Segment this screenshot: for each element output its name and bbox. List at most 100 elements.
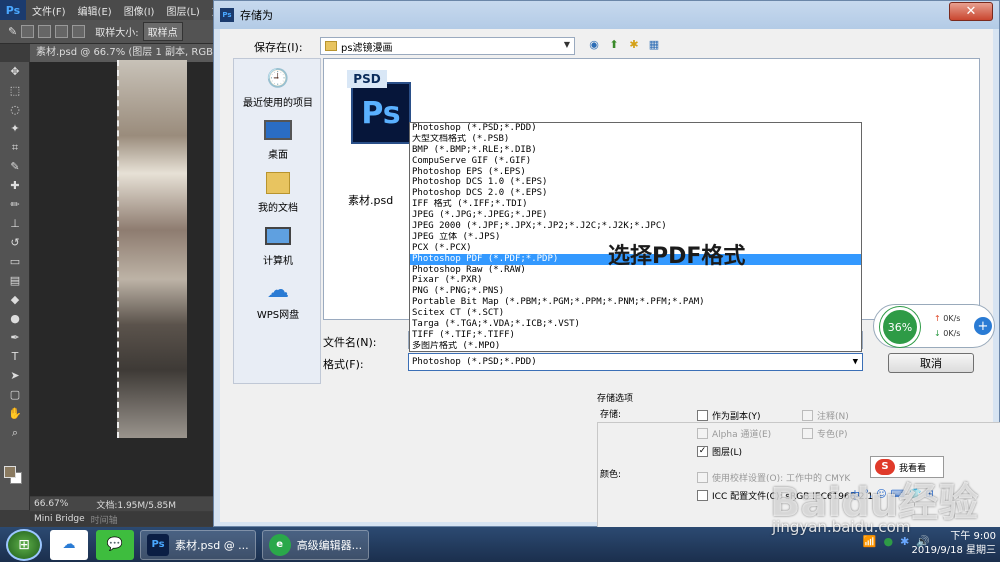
brush-tool-icon[interactable]: ✏ — [0, 195, 30, 214]
format-option[interactable]: Photoshop DCS 1.0 (*.EPS) — [410, 177, 861, 188]
clock-time: 下午 9:00 — [950, 531, 996, 542]
back-icon[interactable]: ◉ — [587, 37, 601, 51]
place-computer[interactable]: 计算机 — [234, 223, 322, 267]
plus-icon[interactable]: + — [974, 317, 992, 335]
format-option[interactable]: IFF 格式 (*.IFF;*.TDI) — [410, 199, 861, 210]
crop-tool-icon[interactable]: ⌗ — [0, 138, 30, 157]
wechat-icon[interactable]: 💬 — [96, 529, 134, 560]
up-folder-icon[interactable]: ⬆ — [607, 37, 621, 51]
tab-timeline[interactable]: 时间轴 — [91, 513, 118, 526]
format-option[interactable]: Portable Bit Map (*.PBM;*.PGM;*.PPM;*.PN… — [410, 297, 861, 308]
place-label: WPS网盘 — [256, 310, 300, 321]
clock[interactable]: 下午 9:00 2019/9/18 星期三 — [912, 530, 996, 558]
format-select[interactable]: Photoshop (*.PSD;*.PDD) ▼ — [408, 353, 863, 371]
task-photoshop[interactable]: Ps 素材.psd @ ... — [140, 529, 256, 560]
format-option[interactable]: JPEG (*.JPG;*.JPEG;*.JPE) — [410, 210, 861, 221]
zoom-tool-icon[interactable]: ⌕ — [0, 423, 30, 442]
history-brush-icon[interactable]: ↺ — [0, 233, 30, 252]
desktop-icon — [263, 117, 293, 143]
dodge-tool-icon[interactable]: ● — [0, 309, 30, 328]
view-menu-icon[interactable]: ▦ — [647, 37, 661, 51]
shape-tool-icon[interactable]: ▢ — [0, 385, 30, 404]
place-recent[interactable]: 🕘 最近使用的项目 — [234, 65, 322, 110]
eyedropper-tool-icon[interactable]: ✎ — [0, 157, 30, 176]
task-editor[interactable]: e 高级编辑器... — [261, 529, 370, 560]
sample-size-label: 取样大小: — [95, 28, 139, 39]
type-tool-icon[interactable]: T — [0, 347, 30, 366]
sample-size-select[interactable]: 取样点 — [142, 22, 183, 41]
format-dropdown-list: Photoshop (*.PSD;*.PDD) 大型文档格式 (*.PSB) BMP… — [409, 122, 862, 352]
notes-checkbox[interactable]: 注释(N) — [802, 409, 849, 422]
pen-tool-icon[interactable]: ✒ — [0, 328, 30, 347]
place-label: 我的文档 — [258, 203, 298, 214]
format-option[interactable]: Photoshop DCS 2.0 (*.EPS) — [410, 188, 861, 199]
spot-checkbox[interactable]: 专色(P) — [802, 427, 847, 440]
arrow-up-icon: ↑ — [934, 314, 941, 323]
option-box[interactable] — [72, 25, 86, 38]
format-option[interactable]: Photoshop (*.PSD;*.PDD) — [410, 123, 861, 134]
menu-file[interactable]: 文件(F) — [26, 3, 72, 18]
lasso-tool-icon[interactable]: ◌ — [0, 100, 30, 119]
menu-image[interactable]: 图像(I) — [118, 3, 161, 18]
marquee-tool-icon[interactable]: ⬚ — [0, 81, 30, 100]
zoom-level[interactable]: 66.67% — [34, 499, 68, 509]
file-name-label[interactable]: 素材.psd — [348, 192, 393, 208]
magic-wand-tool-icon[interactable]: ✦ — [0, 119, 30, 138]
new-folder-icon[interactable]: ✱ — [627, 37, 641, 51]
format-option[interactable]: 大型文档格式 (*.PSB) — [410, 134, 861, 145]
place-wps-cloud[interactable]: ☁ WPS网盘 — [234, 277, 322, 322]
as-copy-checkbox[interactable]: 作为副本(Y) — [697, 409, 761, 422]
recent-icon: 🕘 — [266, 67, 290, 89]
healing-tool-icon[interactable]: ✚ — [0, 176, 30, 195]
option-box[interactable] — [21, 25, 35, 38]
speed-widget[interactable]: 36% ↑ 0K/s ↓ 0K/s + — [873, 304, 995, 348]
layers-checkbox[interactable]: ✓ 图层(L) — [697, 445, 742, 458]
cancel-button[interactable]: 取消 — [888, 353, 974, 373]
path-select-tool-icon[interactable]: ➤ — [0, 366, 30, 385]
format-option[interactable]: TIFF (*.TIF;*.TIFF) — [410, 330, 861, 341]
stamp-tool-icon[interactable]: ⊥ — [0, 214, 30, 233]
option-box[interactable] — [38, 25, 52, 38]
place-label: 计算机 — [263, 256, 293, 267]
save-in-value: ps滤镜漫画 — [341, 42, 393, 54]
start-button[interactable]: ⊞ — [6, 528, 42, 561]
gradient-tool-icon[interactable]: ▤ — [0, 271, 30, 290]
browser-icon: e — [268, 533, 291, 556]
format-option[interactable]: Scitex CT (*.SCT) — [410, 308, 861, 319]
eyedropper-icon[interactable]: ✎ — [8, 25, 17, 38]
eraser-tool-icon[interactable]: ▭ — [0, 252, 30, 271]
bluetooth-icon[interactable]: ✱ — [900, 535, 909, 548]
option-box[interactable] — [55, 25, 69, 38]
menu-edit[interactable]: 编辑(E) — [72, 3, 118, 18]
blur-tool-icon[interactable]: ◆ — [0, 290, 30, 309]
place-label: 桌面 — [268, 150, 288, 161]
foreground-color-swatch[interactable] — [4, 466, 16, 478]
format-option[interactable]: Photoshop EPS (*.EPS) — [410, 167, 861, 178]
format-option[interactable]: BMP (*.BMP;*.RLE;*.DIB) — [410, 145, 861, 156]
close-icon: ✕ — [965, 4, 977, 19]
photoshop-icon: Ps — [147, 533, 169, 556]
format-option[interactable]: Pixar (*.PXR) — [410, 275, 861, 286]
alpha-checkbox[interactable]: Alpha 通道(E) — [697, 427, 771, 440]
baidu-netdisk-icon[interactable]: ☁ — [50, 529, 88, 560]
security-icon[interactable]: ● — [883, 535, 893, 548]
dialog-title: 存储为 — [240, 9, 273, 22]
move-tool-icon[interactable]: ✥ — [0, 62, 30, 81]
dialog-titlebar: Ps 存储为 ✕ — [214, 1, 999, 29]
format-option[interactable]: 多图片格式 (*.MPO) — [410, 341, 861, 352]
format-option[interactable]: CompuServe GIF (*.GIF) — [410, 156, 861, 167]
place-desktop[interactable]: 桌面 — [234, 117, 322, 161]
place-documents[interactable]: 我的文档 — [234, 170, 322, 214]
menu-layer[interactable]: 图层(L) — [160, 3, 205, 18]
format-option[interactable]: JPEG 2000 (*.JPF;*.JPX;*.JP2;*.J2C;*.J2K… — [410, 221, 861, 232]
network-icon[interactable]: 📶 — [863, 535, 877, 548]
format-option[interactable]: Targa (*.TGA;*.VDA;*.ICB;*.VST) — [410, 319, 861, 330]
psd-file-icon[interactable]: Ps PSD — [347, 70, 411, 152]
close-button[interactable]: ✕ — [949, 2, 993, 21]
download-speed: ↓ 0K/s — [934, 329, 961, 338]
hand-tool-icon[interactable]: ✋ — [0, 404, 30, 423]
tab-mini-bridge[interactable]: Mini Bridge — [34, 514, 85, 524]
doc-size: 文档:1.95M/5.85M — [96, 500, 177, 511]
format-option[interactable]: PNG (*.PNG;*.PNS) — [410, 286, 861, 297]
save-in-combo[interactable]: ps滤镜漫画 ▼ — [320, 37, 575, 55]
